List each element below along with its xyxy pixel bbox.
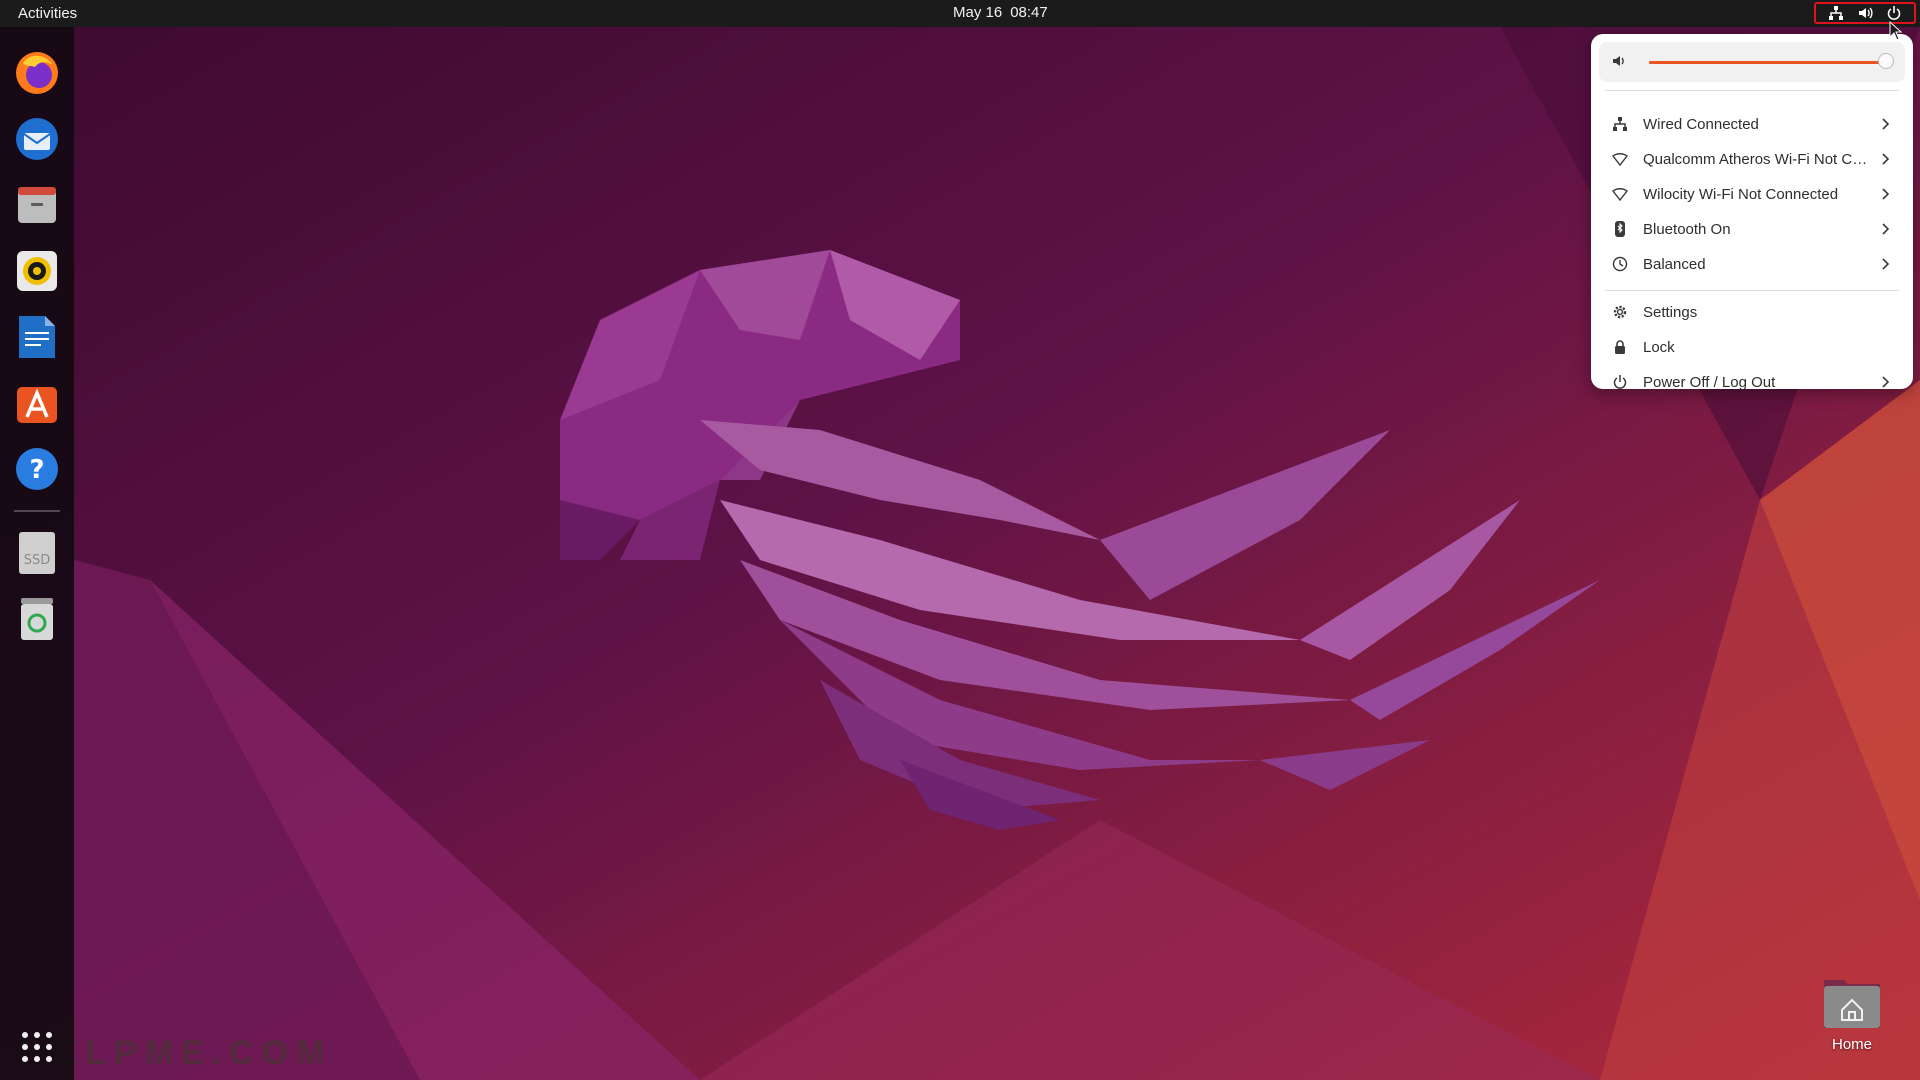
network-wired-icon [1611,115,1629,133]
home-folder-label: Home [1831,1036,1872,1053]
files-icon[interactable] [9,177,65,233]
clock[interactable]: May 16 08:47 [953,4,1056,21]
rhythmbox-icon[interactable] [9,243,65,299]
chevron-right-icon [1879,116,1893,132]
volume-icon [1856,4,1874,22]
menu-separator [1605,90,1899,91]
power-icon [1611,373,1629,391]
network-wired-icon [1827,4,1845,22]
volume-icon [1611,53,1629,71]
menu-item-qualcomm-wifi[interactable]: Qualcomm Atheros Wi-Fi Not Connected [1599,142,1905,176]
volume-slider[interactable] [1649,53,1894,69]
top-bar: Activities May 16 08:47 [0,0,1920,27]
menu-item-lock[interactable]: Lock [1599,330,1905,364]
firefox-icon[interactable] [9,45,65,101]
volume-row [1599,42,1905,82]
menu-item-label: Settings [1643,303,1698,321]
clock-time: 08:47 [1010,4,1048,21]
power-profile-icon [1611,255,1629,273]
bluetooth-icon [1611,220,1629,238]
ssd-drive-icon[interactable]: SSD [9,525,65,581]
wifi-icon [1611,150,1629,168]
menu-item-label: Balanced [1643,255,1706,273]
menu-separator [1605,290,1899,291]
chevron-right-icon [1879,151,1893,167]
dock: ? SSD [0,27,74,1080]
menu-item-wilocity-wifi[interactable]: Wilocity Wi-Fi Not Connected [1599,177,1905,211]
svg-text:SSD: SSD [24,553,51,568]
power-icon [1885,4,1903,22]
gear-icon [1611,303,1629,321]
menu-item-wired[interactable]: Wired Connected [1599,107,1905,141]
menu-item-power-off[interactable]: Power Off / Log Out [1599,365,1905,399]
menu-item-label: Lock [1643,338,1675,356]
clock-date: May 16 [953,4,1003,21]
menu-item-label: Wilocity Wi-Fi Not Connected [1643,185,1839,203]
volume-slider-handle[interactable] [1877,53,1894,69]
menu-item-power-mode[interactable]: Balanced [1599,247,1905,281]
thunderbird-icon[interactable] [9,111,65,167]
wifi-icon [1611,185,1629,203]
activities-button[interactable]: Activities [18,5,77,22]
menu-item-bluetooth[interactable]: Bluetooth On [1599,212,1905,246]
help-icon[interactable]: ? [9,441,65,497]
menu-item-label: Wired Connected [1643,115,1759,133]
lock-icon [1611,338,1629,356]
libreoffice-writer-icon[interactable] [9,309,65,365]
show-apps-grid-icon[interactable] [9,1019,65,1075]
dock-separator [14,510,60,512]
menu-item-label: Bluetooth On [1643,220,1731,238]
trash-icon[interactable] [9,591,65,647]
mouse-cursor-icon [1889,20,1903,46]
menu-item-settings[interactable]: Settings [1599,295,1905,329]
svg-text:?: ? [29,455,44,485]
chevron-right-icon [1879,374,1893,390]
app-center-icon[interactable] [9,375,65,431]
chevron-right-icon [1879,256,1893,272]
volume-slider-fill [1649,61,1886,64]
chevron-right-icon [1879,221,1893,237]
system-menu: Wired Connected Qualcomm Atheros Wi-Fi N… [1591,34,1913,391]
menu-item-label: Power Off / Log Out [1643,373,1776,391]
menu-item-label: Qualcomm Atheros Wi-Fi Not Connected [1643,150,1868,168]
home-folder-icon[interactable] [1820,972,1884,1032]
chevron-right-icon [1879,186,1893,202]
